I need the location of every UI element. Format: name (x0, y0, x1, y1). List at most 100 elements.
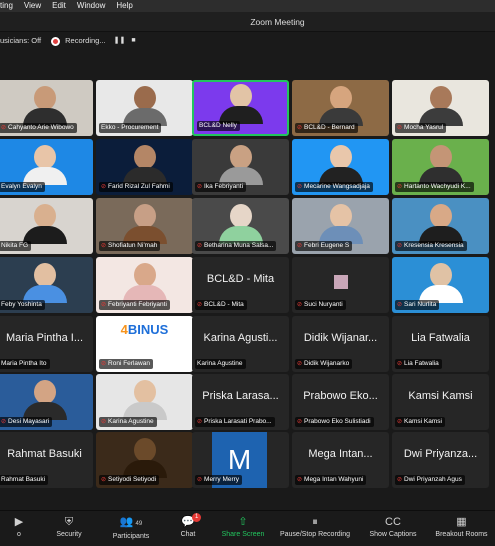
participant-tile[interactable]: ⊘ Sari Nurlita (392, 257, 489, 313)
muted-mic-icon: ⊘ (297, 477, 303, 483)
toolbar-label: Breakout Rooms (435, 531, 488, 538)
participant-tile[interactable]: ⊘ Febriyanti Febriyanti (96, 257, 193, 313)
participant-display-name: Mega Intan... (308, 448, 373, 460)
participant-tile[interactable]: ⊘ Farid Rizal Zul Fahmi (96, 139, 193, 195)
participant-tile[interactable]: ⊘ Setiyodi Setiyodi (96, 432, 193, 488)
menu-item-help[interactable]: Help (116, 0, 132, 12)
participant-tile[interactable]: Ekko - Procurement (96, 80, 193, 136)
participant-tile[interactable]: Didik Wijanar... ⊘ Didik Wijanarko (292, 316, 389, 372)
participant-tile[interactable]: ⊘ Ika Febriyanti (192, 139, 289, 195)
participant-tile[interactable]: M ⊘ Merry Merry (192, 432, 289, 488)
pause-icon[interactable]: ❚❚ (114, 32, 126, 50)
show-captions-button[interactable]: CC Show Captions (358, 511, 428, 546)
participant-name: Karina Agustine (197, 360, 243, 367)
muted-mic-icon: ⊘ (297, 361, 303, 367)
participant-tile[interactable]: Nikita FG (0, 198, 93, 254)
participant-name-label: ⊘ Mega Intan Wahyuni (295, 475, 367, 485)
participant-tile[interactable]: BCL&D Nelly (192, 80, 289, 136)
participant-video (318, 145, 363, 185)
participant-tile[interactable]: ⊘ Betharina Muna Salsa... (192, 198, 289, 254)
menu-item-window[interactable]: Window (77, 0, 105, 12)
participant-display-name: Priska Larasa... (202, 390, 279, 402)
security-button[interactable]: ⛨ Security (38, 511, 100, 546)
participant-name: Suci Nuryanti (304, 301, 343, 308)
participant-video (122, 263, 167, 303)
participant-name: Didik Wijanarko (304, 360, 350, 367)
musicians-status[interactable]: usicians: Off (0, 32, 41, 50)
participant-tile[interactable]: ⊘ Kresensia Kresensia (392, 198, 489, 254)
menu-item-edit[interactable]: Edit (52, 0, 66, 12)
participant-tile[interactable]: ⊘ Desi Mayasari (0, 374, 93, 430)
participant-tile[interactable]: Prabowo Eko... ⊘ Prabowo Eko Sulistiadi (292, 374, 389, 430)
participant-name-label: ⊘ Mecarine Wangsadjaja (295, 182, 373, 192)
participants-button[interactable]: 👥 49 Participants (100, 511, 162, 546)
participant-name: Nikita FG (1, 242, 29, 249)
profile-picture (333, 275, 348, 289)
participant-name-label: Feby Yoshinta (0, 300, 45, 310)
participant-video (218, 204, 263, 244)
share-screen-icon: ⇧ (238, 516, 248, 528)
participant-tile[interactable]: BCL&D - Mita ⊘ BCL&D - Mita (192, 257, 289, 313)
muted-mic-icon: ⊘ (101, 302, 107, 308)
participant-name: BCL&D - Mita (204, 301, 244, 308)
participant-tile[interactable]: 4BINUS ⊘ Roni Ferlawan (96, 316, 193, 372)
participant-count: 49 (135, 521, 143, 527)
participant-name: Ika Febriyanti (204, 183, 244, 190)
participant-display-name: Rahmat Basuki (7, 448, 82, 460)
participant-tile[interactable]: Feby Yoshinta (0, 257, 93, 313)
participant-name: Feby Yoshinta (1, 301, 42, 308)
participant-tile[interactable]: Dwi Priyanza... ⊘ Dwi Priyanzah Agus (392, 432, 489, 488)
share-screen-button[interactable]: ⇧ Share Screen (214, 511, 272, 546)
participant-tile[interactable]: Mega Intan... ⊘ Mega Intan Wahyuni (292, 432, 389, 488)
breakout-rooms-button[interactable]: ▦ Breakout Rooms (428, 511, 495, 546)
stop-icon[interactable]: ■ (131, 32, 135, 50)
participant-name-label: Karina Agustine (195, 359, 246, 369)
participant-name: Lia Fatwalia (404, 360, 439, 367)
participant-name: Karina Agustine (108, 418, 154, 425)
participant-tile[interactable]: Rahmat Basuki Rahmat Basuki (0, 432, 93, 488)
pause-stop-recording-button[interactable]: ⏸ Pause/Stop Recording (272, 511, 358, 546)
participant-tile[interactable]: ⊘ Cahyanto Arie Wibowo (0, 80, 93, 136)
participant-name: BCL&D Nelly (199, 122, 237, 129)
shield-icon: ⛨ (64, 516, 74, 528)
participant-tile[interactable]: ⊘ Karina Agustine (96, 374, 193, 430)
o-button[interactable]: ▶ o (0, 511, 38, 546)
muted-mic-icon: ⊘ (397, 361, 403, 367)
participant-name-label: ⊘ BCL&D - Mita (195, 300, 247, 310)
participant-tile[interactable]: ⊘ Shofiatun Ni'mah (96, 198, 193, 254)
participant-tile[interactable]: Maria Pintha I... Maria Pintha Ito (0, 316, 93, 372)
participant-name-label: ⊘ Lia Fatwalia (395, 359, 442, 369)
muted-mic-icon: ⊘ (1, 419, 7, 425)
menu-item-app[interactable]: ting (0, 0, 13, 12)
participant-name-label: ⊘ Setiyodi Setiyodi (99, 475, 160, 485)
participant-name-label: ⊘ Sari Nurlita (395, 300, 440, 310)
muted-mic-icon: ⊘ (197, 184, 203, 190)
muted-mic-icon: ⊘ (297, 243, 303, 249)
participant-video (22, 263, 67, 303)
participant-name-label: ⊘ Kresensia Kresensia (395, 241, 467, 251)
participant-tile[interactable]: Lia Fatwalia ⊘ Lia Fatwalia (392, 316, 489, 372)
participant-tile[interactable]: Karina Agusti... Karina Agustine (192, 316, 289, 372)
menu-item-view[interactable]: View (24, 0, 41, 12)
participant-tile[interactable]: Evalyn Evalyn (0, 139, 93, 195)
participant-tile[interactable]: Kamsi Kamsi ⊘ Kamsi Kamsi (392, 374, 489, 430)
participant-name-label: ⊘ Dwi Priyanzah Agus (395, 475, 465, 485)
participant-name-label: ⊘ Febri Eugene S (295, 241, 353, 251)
toolbar-label: Show Captions (369, 531, 417, 538)
participant-tile[interactable]: ⊘ Mocha Yasrul (392, 80, 489, 136)
participant-name-label: ⊘ Kamsi Kamsi (395, 417, 445, 427)
participant-name-label: Maria Pintha Ito (0, 359, 50, 369)
participant-tile[interactable]: ⊘ Suci Nuryanti (292, 257, 389, 313)
participant-tile[interactable]: ⊘ BCL&D - Bernard (292, 80, 389, 136)
participant-tile[interactable]: ⊘ Hartanto Wachyudi K... (392, 139, 489, 195)
participant-tile[interactable]: Priska Larasa... ⊘ Priska Larasati Prabo..… (192, 374, 289, 430)
toolbar-label: Chat (180, 531, 196, 538)
participant-name-label: Rahmat Basuki (0, 475, 49, 485)
participant-display-name: Prabowo Eko... (303, 390, 378, 402)
participant-name: Dwi Priyanzah Agus (404, 476, 462, 483)
participant-name-label: ⊘ Mocha Yasrul (395, 123, 447, 133)
participant-tile[interactable]: ⊘ Febri Eugene S (292, 198, 389, 254)
participant-name-label: ⊘ Roni Ferlawan (99, 359, 153, 369)
chat-button[interactable]: 💬 1 Chat (162, 511, 214, 546)
participant-tile[interactable]: ⊘ Mecarine Wangsadjaja (292, 139, 389, 195)
